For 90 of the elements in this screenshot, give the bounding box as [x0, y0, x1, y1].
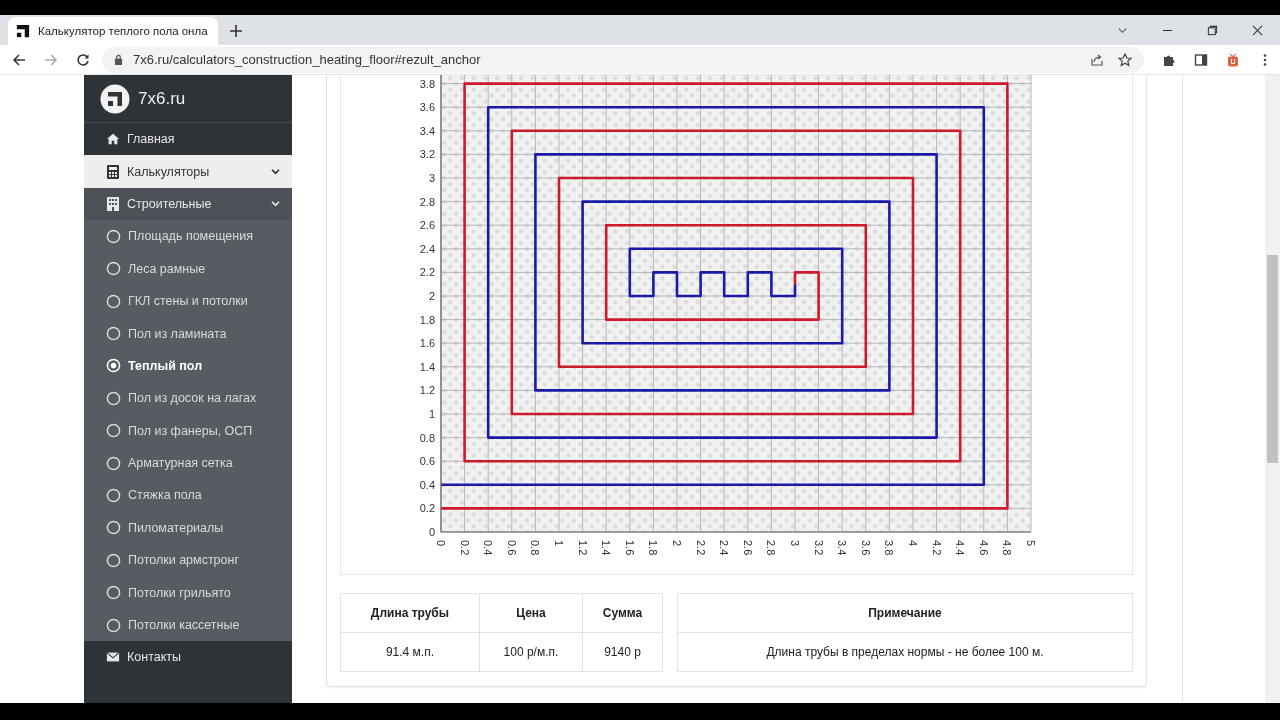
sidebar-item[interactable]: Леса рамные [84, 252, 292, 285]
axis-tick-label: 4.6 [977, 540, 990, 556]
sidebar-item[interactable]: Стяжка пола [84, 479, 292, 512]
site-logo-icon [100, 83, 130, 114]
axis-tick-label: 2.6 [741, 540, 754, 556]
axis-tick-label: 1.6 [419, 337, 435, 350]
axis-tick-label: 1 [553, 540, 565, 547]
axis-tick-label: 3.6 [419, 101, 435, 114]
sidebar-item[interactable]: Теплый пол [84, 349, 292, 383]
column-header: Примечание [677, 593, 1133, 633]
table-cell: 9140 р [582, 632, 663, 672]
axis-tick-label: 2.2 [419, 266, 435, 279]
axis-tick-label: 4.2 [930, 540, 943, 556]
axis-tick-label: 0.6 [505, 540, 518, 556]
axis-tick-label: 1.6 [623, 540, 636, 556]
table-cell: 91.4 м.п. [340, 632, 480, 672]
axis-tick-label: 3.8 [883, 540, 896, 556]
share-icon[interactable] [1090, 52, 1104, 67]
side-panel-icon[interactable] [1194, 52, 1208, 67]
site-name[interactable]: 7x6.ru [138, 88, 186, 109]
sidebar-item[interactable]: Калькуляторы [84, 155, 292, 188]
axis-tick-label: 3.2 [419, 148, 435, 161]
new-tab-icon[interactable] [230, 25, 242, 37]
address-bar[interactable]: 7x6.ru/calculators_construction_heating_floor#rezult_anchor [102, 46, 1144, 73]
table-cell: Длина трубы в пределах нормы - не более 100 м. [677, 632, 1133, 672]
axis-tick-label: 2 [671, 540, 683, 547]
sidebar-item[interactable]: Площадь помещения [84, 220, 292, 253]
axis-tick-label: 1.8 [419, 313, 435, 326]
axis-tick-label: 2.4 [718, 540, 731, 556]
axis-tick-label: 1 [428, 408, 435, 420]
sidebar-item[interactable]: Арматурная сетка [84, 446, 292, 480]
sidebar-item[interactable]: Потолки армстронг [84, 544, 292, 577]
axis-tick-label: 1.8 [647, 540, 660, 556]
table-cell: 100 р/м.п. [479, 632, 583, 672]
axis-tick-label: 2 [428, 290, 435, 302]
axis-tick-label: 0.2 [458, 540, 471, 556]
axis-tick-label: 0.6 [419, 455, 435, 468]
sidebar-item[interactable]: Пиломатериалы [84, 511, 292, 545]
sidebar-item[interactable]: ГКЛ стены и потолки [84, 284, 292, 318]
axis-tick-label: 0.8 [529, 540, 542, 556]
sidebar-item[interactable]: Потолки кассетные [84, 608, 292, 642]
close-icon[interactable] [1252, 25, 1263, 36]
axis-tick-label: 2.4 [419, 242, 435, 255]
axis-tick-label: 0 [435, 540, 447, 547]
axis-tick-label: 1.4 [600, 540, 613, 556]
home-icon [106, 132, 120, 147]
axis-tick-label: 1.4 [419, 360, 435, 373]
axis-tick-label: 3 [428, 172, 435, 184]
site-logo-icon [16, 24, 30, 38]
axis-tick-label: 0.2 [419, 502, 435, 515]
axis-tick-label: 2.8 [765, 540, 778, 556]
axis-tick-label: 5 [1025, 540, 1037, 547]
axis-tick-label: 1.2 [419, 384, 435, 397]
maximize-icon[interactable] [1207, 25, 1218, 36]
axis-tick-label: 3 [789, 540, 801, 547]
star-icon[interactable] [1118, 52, 1132, 67]
axis-tick-label: 3.6 [859, 540, 872, 556]
axis-tick-label: 1.2 [576, 540, 589, 556]
lock-icon [114, 54, 123, 65]
building-icon [106, 196, 120, 211]
axis-tick-label: 0.8 [419, 431, 435, 444]
axis-tick-label: 3.2 [812, 540, 825, 556]
sidebar-item[interactable]: Пол из ламината [84, 317, 292, 350]
axis-tick-label: 2.8 [419, 195, 435, 208]
back-icon[interactable] [12, 52, 26, 67]
sidebar-item[interactable]: Пол из досок на лагах [84, 382, 292, 415]
axis-tick-label: 4.8 [1001, 540, 1014, 556]
axis-tick-label: 0 [428, 526, 435, 538]
axis-tick-label: 3.4 [419, 124, 435, 137]
reload-icon[interactable] [76, 52, 90, 67]
sidebar-item[interactable]: Пол из фанеры, ОСП [84, 414, 292, 447]
tab-search-icon[interactable] [1117, 25, 1128, 36]
column-header: Сумма [582, 593, 663, 633]
sidebar-item[interactable]: Потолки грильято [84, 576, 292, 609]
column-header: Длина трубы [340, 593, 480, 633]
browser-tab[interactable]: Калькулятор теплого пола онла [8, 17, 218, 45]
extension-icon[interactable] [1226, 52, 1240, 67]
axis-tick-label: 0.4 [419, 478, 435, 491]
axis-tick-label: 3.8 [419, 77, 435, 90]
axis-tick-label: 0.4 [482, 540, 495, 556]
column-header: Цена [479, 593, 583, 633]
axis-tick-label: 2.6 [419, 219, 435, 232]
axis-tick-label: 2.2 [694, 540, 707, 556]
axis-tick-label: 4.4 [954, 540, 967, 556]
axis-tick-label: 3.4 [836, 540, 849, 556]
calculator-icon [106, 164, 120, 179]
scrollbar-thumb[interactable] [1267, 255, 1278, 463]
tab-title: Калькулятор теплого пола онла [38, 25, 208, 37]
axis-tick-label: 4 [907, 540, 919, 547]
sidebar-item[interactable]: Строительные [84, 187, 292, 221]
